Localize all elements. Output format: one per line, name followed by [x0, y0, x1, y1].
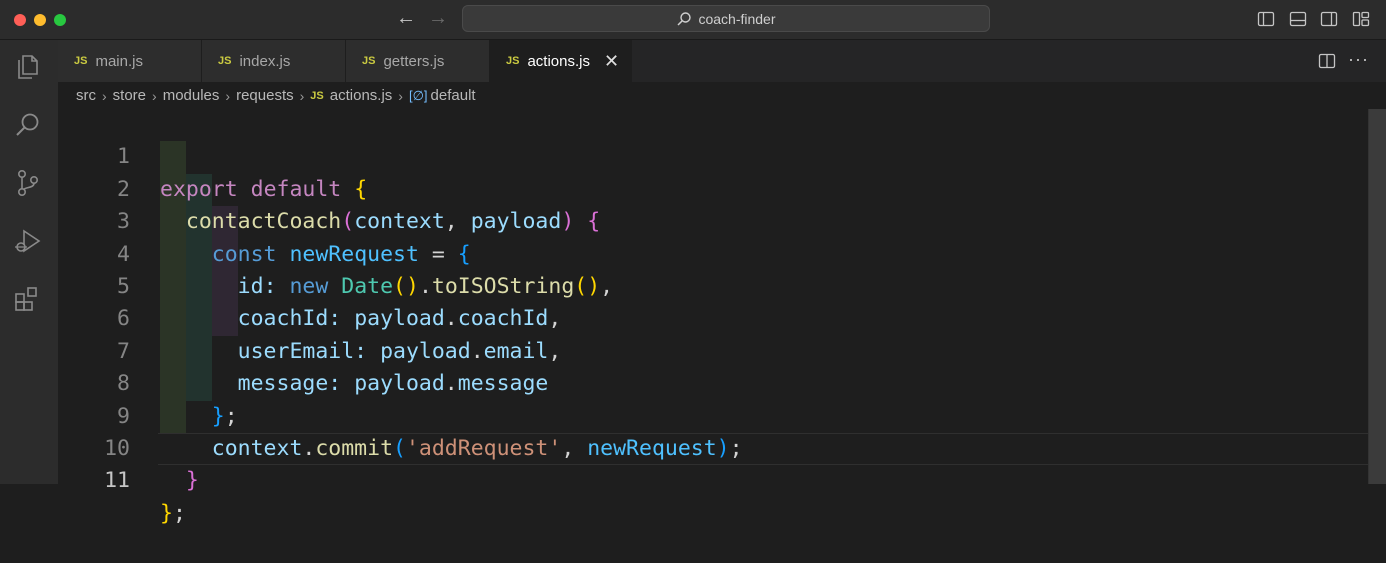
- breadcrumb-item[interactable]: modules: [163, 87, 220, 104]
- code-line: 1 export default {: [58, 109, 1368, 201]
- chevron-right-icon: ›: [152, 87, 157, 104]
- editor-tab-bar: JS main.js JS index.js JS getters.js JS …: [58, 40, 1386, 82]
- run-debug-icon[interactable]: [13, 226, 43, 256]
- search-icon: [677, 11, 692, 26]
- tab-actions-js[interactable]: JS actions.js ✕: [490, 40, 632, 82]
- code-line: 7 message: payload.message: [58, 303, 1368, 396]
- js-file-icon: JS: [506, 55, 520, 67]
- js-file-icon: JS: [362, 55, 376, 67]
- code-line: 5 coachId: payload.coachId,: [58, 239, 1368, 331]
- back-arrow-icon[interactable]: ←: [394, 8, 418, 30]
- title-bar: ← → coach-finder: [0, 0, 1386, 40]
- breadcrumb-item[interactable]: src: [76, 87, 96, 104]
- js-file-icon: JS: [218, 55, 232, 67]
- customize-layout-icon[interactable]: [1352, 10, 1370, 28]
- close-tab-icon[interactable]: ✕: [604, 51, 619, 72]
- breadcrumb-symbol[interactable]: default: [431, 87, 476, 104]
- toggle-primary-sidebar-icon[interactable]: [1257, 10, 1275, 28]
- breadcrumb-file[interactable]: actions.js: [330, 87, 393, 104]
- chevron-right-icon: ›: [225, 87, 231, 104]
- command-center-search[interactable]: coach-finder: [462, 5, 990, 32]
- code-text: };: [160, 500, 186, 526]
- js-file-icon: JS: [74, 55, 88, 67]
- line-number: 11: [104, 468, 130, 494]
- search-icon[interactable]: [13, 110, 43, 140]
- tab-label: main.js: [95, 52, 143, 70]
- tab-label: getters.js: [383, 52, 445, 70]
- code-line: 6 userEmail: payload.email,: [58, 271, 1368, 363]
- code-line: 9 context.commit('addRequest', newReques…: [58, 368, 1368, 461]
- toggle-panel-icon[interactable]: [1289, 10, 1307, 28]
- tab-label: actions.js: [527, 52, 590, 70]
- js-file-icon: JS: [310, 89, 324, 102]
- breadcrumb-item[interactable]: store: [113, 87, 146, 104]
- tab-main-js[interactable]: JS main.js: [58, 40, 202, 82]
- tab-getters-js[interactable]: JS getters.js: [346, 40, 490, 82]
- close-window-button[interactable]: [14, 14, 26, 26]
- source-control-icon[interactable]: [13, 168, 43, 198]
- symbol-object-icon: [∅]: [408, 87, 428, 103]
- breadcrumb: src › store › modules › requests › JS ac…: [58, 82, 1386, 109]
- zoom-window-button[interactable]: [54, 14, 66, 26]
- tab-index-js[interactable]: JS index.js: [202, 40, 346, 82]
- explorer-icon[interactable]: [13, 52, 43, 82]
- code-line: 2 contactCoach(context, payload) {: [58, 141, 1368, 234]
- breadcrumb-item[interactable]: requests: [236, 87, 294, 104]
- code-line: 4 id: new Date().toISOString(),: [58, 206, 1368, 299]
- split-editor-icon[interactable]: [1318, 52, 1336, 70]
- code-line: 11 };: [58, 433, 1368, 525]
- chevron-right-icon: ›: [299, 87, 305, 104]
- code-text: }: [185, 468, 199, 494]
- tab-label: index.js: [239, 52, 291, 70]
- code-line: 8 };: [58, 336, 1368, 428]
- toggle-secondary-sidebar-icon[interactable]: [1320, 10, 1338, 28]
- code-line: 3 const newRequest = {: [58, 174, 1368, 266]
- activity-bar: [0, 40, 58, 484]
- chevron-right-icon: ›: [398, 87, 403, 104]
- chevron-right-icon: ›: [102, 87, 107, 104]
- more-actions-icon[interactable]: ···: [1348, 49, 1369, 70]
- scrollbar-thumb[interactable]: [1369, 109, 1386, 484]
- forward-arrow-icon[interactable]: →: [426, 8, 450, 30]
- code-line: 10 }: [58, 401, 1368, 493]
- code-editor[interactable]: 1 export default { 2 contactCoach(contex…: [58, 109, 1368, 526]
- minimize-window-button[interactable]: [34, 14, 46, 26]
- search-text: coach-finder: [698, 10, 776, 27]
- extensions-icon[interactable]: [13, 284, 43, 314]
